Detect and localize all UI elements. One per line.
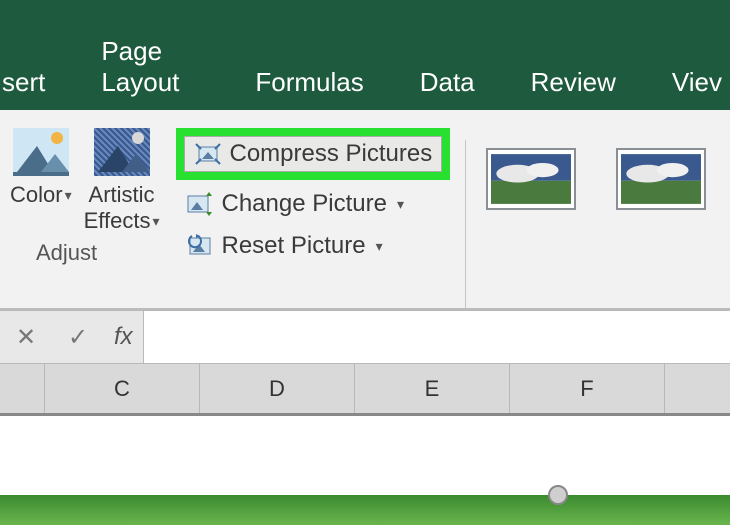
artistic-effects-icon — [94, 128, 150, 176]
formula-input[interactable] — [143, 311, 730, 363]
compress-pictures-icon — [194, 142, 222, 166]
landscape-icon — [621, 153, 701, 205]
enter-button[interactable]: ✓ — [52, 323, 104, 352]
worksheet-grid[interactable] — [0, 416, 730, 496]
compress-pictures-label: Compress Pictures — [230, 140, 433, 168]
ribbon: Color ▾ Artistic — [0, 110, 730, 310]
column-header[interactable]: C — [45, 364, 200, 413]
selection-handle[interactable] — [548, 485, 568, 505]
chevron-down-icon: ▾ — [376, 238, 383, 255]
fx-label[interactable]: fx — [104, 323, 143, 351]
column-headers: C D E F G — [0, 364, 730, 416]
reset-picture-label: Reset Picture — [222, 232, 366, 260]
group-label-adjust: Adjust — [36, 240, 164, 266]
column-header[interactable]: D — [200, 364, 355, 413]
picture-commands: Compress Pictures Change Picture ▾ Reset… — [176, 128, 451, 308]
landscape-icon — [491, 153, 571, 205]
artistic-effects-label-1: Artistic — [89, 182, 155, 208]
chevron-down-icon: ▾ — [152, 213, 159, 230]
change-picture-icon — [186, 192, 214, 216]
column-header[interactable]: F — [510, 364, 665, 413]
column-header[interactable]: E — [355, 364, 510, 413]
tab-formulas[interactable]: Formulas — [247, 67, 371, 98]
tab-data[interactable]: Data — [412, 67, 483, 98]
row-header-gutter — [0, 364, 45, 413]
reset-picture-button[interactable]: Reset Picture ▾ — [176, 228, 451, 264]
chevron-down-icon: ▾ — [65, 187, 72, 204]
tab-review[interactable]: Review — [523, 67, 624, 98]
picture-style-thumb[interactable] — [616, 148, 706, 210]
artistic-effects-label-2: Effects — [84, 208, 151, 234]
color-button[interactable]: Color ▾ — [6, 126, 76, 236]
chevron-down-icon: ▾ — [397, 196, 404, 213]
ribbon-group-adjust: Color ▾ Artistic — [0, 110, 172, 308]
tab-view[interactable]: Viev — [664, 67, 730, 98]
tab-page-layout[interactable]: Page Layout — [93, 36, 207, 98]
picture-styles-gallery[interactable] — [465, 140, 726, 308]
formula-bar: ✕ ✓ fx — [0, 310, 730, 364]
selected-picture-edge[interactable] — [0, 495, 730, 525]
column-header[interactable]: G — [665, 364, 730, 413]
picture-style-thumb[interactable] — [486, 148, 576, 210]
change-picture-label: Change Picture — [222, 190, 387, 218]
reset-picture-icon — [186, 234, 214, 258]
color-icon — [13, 128, 69, 176]
change-picture-button[interactable]: Change Picture ▾ — [176, 186, 451, 222]
cancel-button[interactable]: ✕ — [0, 323, 52, 352]
tab-insert[interactable]: sert — [0, 67, 53, 98]
compress-pictures-button[interactable]: Compress Pictures — [176, 128, 451, 180]
color-label: Color — [10, 182, 63, 208]
ribbon-tabs: sert Page Layout Formulas Data Review Vi… — [0, 0, 730, 110]
artistic-effects-button[interactable]: Artistic Effects ▾ — [80, 126, 164, 236]
